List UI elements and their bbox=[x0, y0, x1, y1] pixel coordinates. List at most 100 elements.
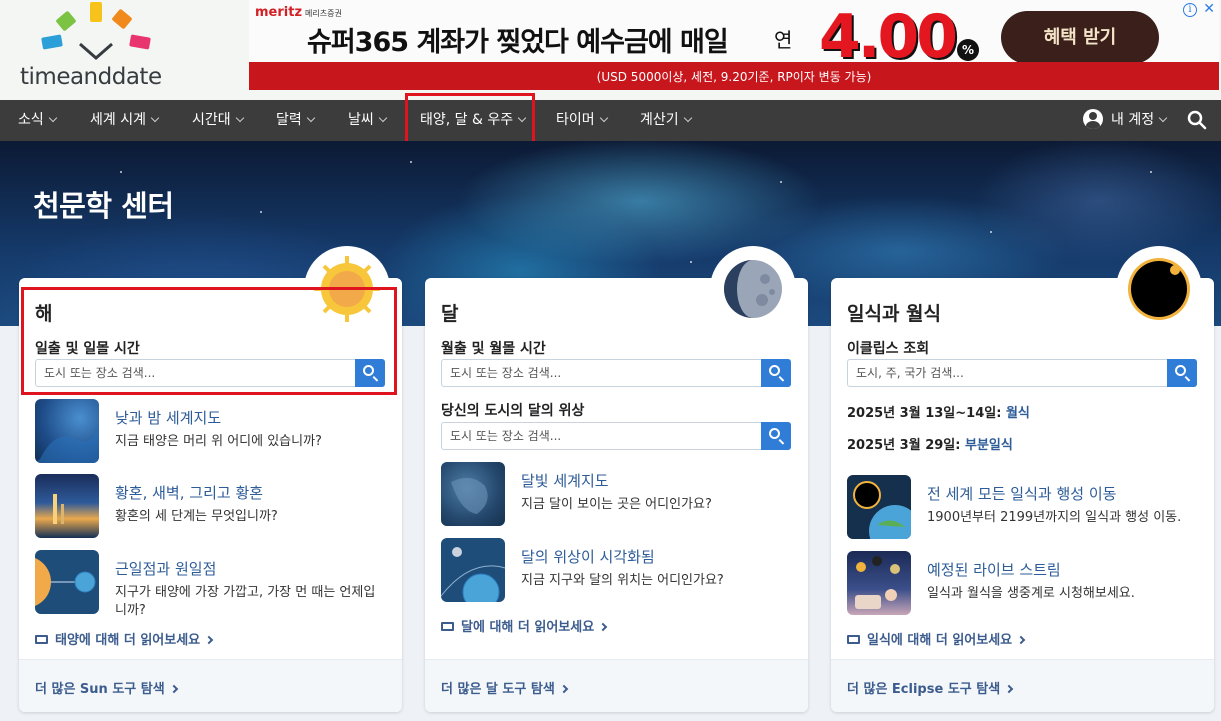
advertisement-banner[interactable]: meritz 메리츠증권 슈퍼365 계좌가 찢었다 예수금에 매일 연 4.00… bbox=[249, 0, 1219, 90]
site-logo[interactable]: timeanddate bbox=[18, 0, 178, 100]
nav-item-timers[interactable]: 타이머 bbox=[556, 100, 608, 141]
sun-card-title: 해 bbox=[35, 303, 53, 325]
item-description: 지구가 태양에 가장 가깝고, 가장 먼 때는 언제입니까? bbox=[115, 585, 376, 618]
info-icon[interactable]: i bbox=[1183, 3, 1197, 17]
chevron-right-icon bbox=[559, 684, 569, 694]
eclipse-icon bbox=[1128, 258, 1190, 320]
chevron-right-icon bbox=[1004, 684, 1014, 694]
ad-cta-button[interactable]: 혜택 받기 bbox=[1001, 11, 1159, 64]
moonlight-map-thumbnail bbox=[441, 462, 505, 526]
chevron-down-icon bbox=[378, 113, 388, 123]
moonrise-search-field[interactable] bbox=[441, 359, 791, 387]
logo-text: timeanddate bbox=[20, 64, 162, 90]
sun-badge bbox=[304, 246, 390, 332]
item-description: 일식과 월식을 생중계로 시청해보세요. bbox=[927, 586, 1135, 601]
chevron-down-icon bbox=[150, 113, 160, 123]
moon-icon bbox=[724, 260, 782, 318]
nav-item-weather[interactable]: 날씨 bbox=[348, 100, 388, 141]
sunrise-search-input[interactable] bbox=[36, 360, 356, 386]
nav-item-time-zones[interactable]: 시간대 bbox=[192, 100, 244, 141]
partial-solar-eclipse-link[interactable]: 부분일식 bbox=[965, 438, 1013, 453]
moon-phase-search-field[interactable] bbox=[441, 422, 791, 450]
nav-item-calendar[interactable]: 달력 bbox=[276, 100, 316, 141]
item-title[interactable]: 낮과 밤 세계지도 bbox=[115, 407, 221, 428]
sun-card: 해 일출 및 일몰 시간 낮과 밤 세계지도 지금 태양은 머리 위 어디에 있… bbox=[19, 246, 402, 712]
close-icon[interactable]: ✕ bbox=[1203, 1, 1215, 17]
search-icon bbox=[363, 365, 374, 376]
item-title[interactable]: 달빛 세계지도 bbox=[521, 470, 609, 491]
ad-percent-badge: % bbox=[957, 39, 979, 61]
live-streams-thumbnail bbox=[847, 551, 911, 615]
eclipse-search-button[interactable] bbox=[1167, 359, 1197, 387]
moon-phase-search-input[interactable] bbox=[442, 423, 762, 449]
moon-phases-thumbnail bbox=[441, 538, 505, 602]
list-item-all-eclipses[interactable]: 전 세계 모든 일식과 행성 이동 1900년부터 2199년까지의 일식과 행… bbox=[847, 475, 1197, 539]
page-title: 천문학 센터 bbox=[33, 189, 174, 223]
moon-phase-search-button[interactable] bbox=[761, 422, 791, 450]
list-item-day-night-map[interactable]: 낮과 밤 세계지도 지금 태양은 머리 위 어디에 있습니까? bbox=[35, 399, 385, 463]
account-icon bbox=[1083, 109, 1103, 129]
moon-card-title: 달 bbox=[441, 303, 459, 325]
item-title[interactable]: 전 세계 모든 일식과 행성 이동 bbox=[927, 483, 1116, 504]
chevron-down-icon bbox=[306, 113, 316, 123]
twilight-thumbnail bbox=[35, 474, 99, 538]
more-sun-tools-link[interactable]: 더 많은 Sun 도구 탐색 bbox=[35, 678, 178, 697]
chevron-down-icon bbox=[683, 113, 692, 123]
more-moon-tools-link[interactable]: 더 많은 달 도구 탐색 bbox=[441, 678, 569, 697]
lunar-eclipse-link[interactable]: 월식 bbox=[1006, 406, 1030, 421]
item-title[interactable]: 예정된 라이브 스트림 bbox=[927, 559, 1061, 580]
search-icon bbox=[1175, 365, 1186, 376]
read-more-eclipse-link[interactable]: 일식에 대해 더 읽어보세요 bbox=[847, 629, 1026, 648]
eclipse-card-footer: 더 많은 Eclipse 도구 탐색 bbox=[831, 659, 1214, 712]
chevron-right-icon bbox=[204, 635, 214, 645]
moonrise-search-button[interactable] bbox=[761, 359, 791, 387]
item-description: 황혼의 세 단계는 무엇입니까? bbox=[115, 509, 278, 524]
logo-icon bbox=[41, 2, 151, 60]
eclipse-lookup-label: 이클립스 조회 bbox=[847, 341, 930, 357]
moonrise-moonset-label: 월출 및 월몰 시간 bbox=[441, 341, 546, 357]
list-item-live-streams[interactable]: 예정된 라이브 스트림 일식과 월식을 생중계로 시청해보세요. bbox=[847, 551, 1197, 615]
search-icon bbox=[769, 428, 780, 439]
read-more-moon-link[interactable]: 달에 대해 더 읽어보세요 bbox=[441, 616, 608, 635]
chevron-right-icon bbox=[1016, 635, 1026, 645]
sun-card-footer: 더 많은 Sun 도구 탐색 bbox=[19, 659, 402, 712]
eclipse-search-input[interactable] bbox=[848, 360, 1168, 386]
nav-item-news[interactable]: 소식 bbox=[18, 100, 58, 141]
book-icon bbox=[35, 635, 48, 644]
nav-item-sun-moon-space[interactable]: 태양, 달 & 우주 bbox=[420, 100, 527, 141]
search-icon bbox=[769, 365, 780, 376]
sunrise-search-field[interactable] bbox=[35, 359, 385, 387]
more-eclipse-tools-link[interactable]: 더 많은 Eclipse 도구 탐색 bbox=[847, 678, 1014, 697]
sunrise-search-button[interactable] bbox=[355, 359, 385, 387]
top-bar: timeanddate meritz 메리츠증권 슈퍼365 계좌가 찢었다 예수… bbox=[0, 0, 1221, 100]
ad-prefix: 연 bbox=[774, 28, 793, 52]
eclipse-search-field[interactable] bbox=[847, 359, 1197, 387]
item-title[interactable]: 황혼, 새벽, 그리고 황혼 bbox=[115, 482, 263, 503]
eclipse-date-2: 2025년 3월 29일: 부분일식 bbox=[847, 438, 1013, 453]
list-item-twilight[interactable]: 황혼, 새벽, 그리고 황혼 황혼의 세 단계는 무엇입니까? bbox=[35, 474, 385, 538]
chevron-down-icon bbox=[48, 113, 58, 123]
item-description: 지금 태양은 머리 위 어디에 있습니까? bbox=[115, 434, 322, 449]
chevron-right-icon bbox=[598, 622, 608, 632]
nav-item-calculators[interactable]: 계산기 bbox=[640, 100, 692, 141]
all-eclipses-thumbnail bbox=[847, 475, 911, 539]
chevron-down-icon bbox=[599, 113, 608, 123]
moonrise-search-input[interactable] bbox=[442, 360, 762, 386]
eclipse-card: 일식과 월식 이클립스 조회 2025년 3월 13일~14일: 월식 2025… bbox=[831, 246, 1214, 712]
item-description: 1900년부터 2199년까지의 일식과 행성 이동. bbox=[927, 510, 1182, 525]
list-item-moon-phases-visualized[interactable]: 달의 위상이 시각화됨 지금 지구와 달의 위치는 어디인가요? bbox=[441, 538, 791, 602]
ad-headline: 슈퍼365 계좌가 찢었다 예수금에 매일 bbox=[307, 27, 729, 58]
chevron-down-icon bbox=[517, 113, 527, 123]
book-icon bbox=[441, 622, 454, 631]
item-title[interactable]: 달의 위상이 시각화됨 bbox=[521, 546, 655, 567]
search-icon[interactable] bbox=[1187, 110, 1207, 130]
list-item-perihelion-aphelion[interactable]: 근일점과 원일점 지구가 태양에 가장 가깝고, 가장 먼 때는 언제입니까? bbox=[35, 550, 385, 618]
account-menu[interactable]: 내 계정 bbox=[1083, 100, 1168, 141]
chevron-down-icon bbox=[235, 113, 244, 123]
item-title[interactable]: 근일점과 원일점 bbox=[115, 558, 216, 579]
moon-card-footer: 더 많은 달 도구 탐색 bbox=[425, 659, 808, 712]
nav-item-world-clock[interactable]: 세계 시계 bbox=[90, 100, 160, 141]
ad-disclaimer: (USD 5000이상, 세전, 9.20기준, RP이자 변동 가능) bbox=[249, 62, 1219, 90]
list-item-moonlight-map[interactable]: 달빛 세계지도 지금 달이 보이는 곳은 어디인가요? bbox=[441, 462, 791, 526]
read-more-sun-link[interactable]: 태양에 대해 더 읽어보세요 bbox=[35, 629, 214, 648]
